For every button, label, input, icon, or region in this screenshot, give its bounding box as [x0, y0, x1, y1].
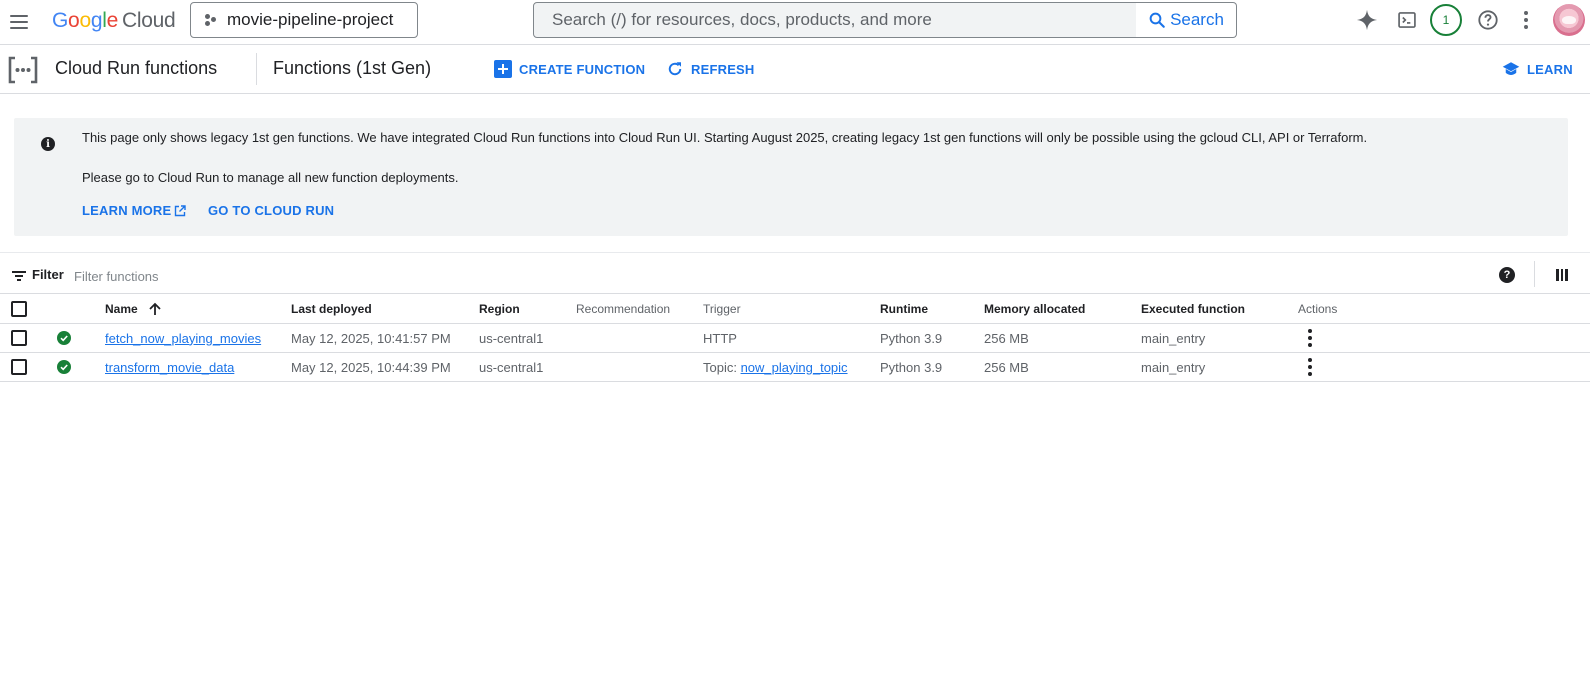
top-bar: Google Cloud movie-pipeline-project Searc…: [0, 0, 1590, 45]
region-value: us-central1: [479, 330, 544, 346]
logo-letter: o: [68, 9, 80, 32]
memory-value: 256 MB: [984, 330, 1029, 346]
project-icon: [205, 13, 217, 27]
column-header-trigger[interactable]: Trigger: [703, 294, 741, 323]
logo-letter: g: [90, 9, 103, 32]
row-actions-menu-icon[interactable]: [1302, 354, 1318, 380]
row-actions-menu-icon[interactable]: [1302, 325, 1318, 351]
search-button[interactable]: Search: [1136, 2, 1237, 38]
school-icon: [1502, 62, 1520, 75]
function-name-link[interactable]: fetch_now_playing_movies: [105, 331, 261, 346]
logo-cloud-text: Cloud: [121, 9, 176, 32]
more-vert-icon[interactable]: [1511, 5, 1541, 35]
select-all-checkbox[interactable]: [11, 300, 27, 317]
gemini-spark-icon[interactable]: [1352, 5, 1382, 35]
memory-value: 256 MB: [984, 359, 1029, 375]
refresh-button[interactable]: REFRESH: [666, 59, 755, 79]
cloud-shell-icon[interactable]: [1392, 5, 1422, 35]
trigger-value: Topic:: [703, 359, 741, 375]
header-divider: [256, 53, 257, 85]
column-header-name[interactable]: Name: [105, 294, 162, 323]
avatar[interactable]: [1553, 4, 1585, 36]
arrow-upward-icon: [149, 302, 161, 315]
status-ok-icon: [57, 331, 71, 345]
learn-more-link[interactable]: LEARN MORE: [82, 203, 187, 218]
section-divider: [0, 252, 1590, 253]
go-to-cloud-run-label: GO TO CLOUD RUN: [208, 203, 335, 218]
help-icon[interactable]: [1473, 5, 1503, 35]
legacy-info-banner: i This page only shows legacy 1st gen fu…: [14, 118, 1568, 236]
column-header-last-deployed[interactable]: Last deployed: [291, 294, 372, 323]
open-in-new-icon: [175, 204, 187, 216]
page-title: Functions (1st Gen): [273, 58, 432, 78]
column-header-recommendation[interactable]: Recommendation: [576, 294, 670, 323]
column-header-memory[interactable]: Memory allocated: [984, 294, 1085, 323]
project-picker[interactable]: movie-pipeline-project: [190, 2, 418, 38]
functions-table: Name Last deployed Region Recommendation…: [0, 294, 1590, 382]
column-header-name-label: Name: [105, 301, 138, 316]
refresh-icon: [668, 62, 682, 76]
row-checkbox[interactable]: [11, 330, 27, 346]
executed-function-value: main_entry: [1141, 359, 1206, 375]
refresh-label: REFRESH: [691, 61, 755, 77]
search-input[interactable]: Search (/) for resources, docs, products…: [533, 2, 1137, 38]
create-function-button[interactable]: CREATE FUNCTION: [494, 59, 645, 79]
project-name: movie-pipeline-project: [227, 10, 394, 29]
trigger-topic-link[interactable]: now_playing_topic: [741, 360, 848, 375]
region-value: us-central1: [479, 359, 544, 375]
add-box-icon: [494, 60, 512, 78]
filter-divider: [1534, 261, 1535, 287]
executed-function-value: main_entry: [1141, 330, 1206, 346]
learn-more-label: LEARN MORE: [82, 203, 172, 218]
go-to-cloud-run-link[interactable]: GO TO CLOUD RUN: [208, 203, 334, 218]
table-header-row: Name Last deployed Region Recommendation…: [0, 294, 1590, 324]
learn-label: LEARN: [1527, 61, 1573, 77]
function-name-link[interactable]: transform_movie_data: [105, 360, 234, 375]
logo-letter: G: [52, 9, 69, 32]
table-row: transform_movie_data May 12, 2025, 10:44…: [0, 353, 1590, 382]
cloud-functions-icon: [8, 56, 38, 84]
filter-label[interactable]: Filter: [32, 267, 64, 282]
runtime-value: Python 3.9: [880, 359, 943, 375]
filter-input[interactable]: [74, 266, 474, 286]
search-placeholder: Search (/) for resources, docs, products…: [552, 10, 932, 29]
info-icon: i: [41, 137, 55, 151]
google-cloud-logo[interactable]: Google Cloud: [52, 9, 176, 33]
banner-message: This page only shows legacy 1st gen func…: [82, 130, 1368, 145]
learn-button[interactable]: LEARN: [1502, 59, 1573, 79]
banner-message-secondary: Please go to Cloud Run to manage all new…: [82, 170, 459, 185]
status-ok-icon: [57, 360, 71, 374]
filter-list-icon[interactable]: [12, 270, 26, 282]
column-header-region[interactable]: Region: [479, 294, 520, 323]
last-deployed-value: May 12, 2025, 10:41:57 PM: [291, 330, 451, 346]
table-help-icon[interactable]: ?: [1499, 267, 1515, 283]
column-header-runtime[interactable]: Runtime: [880, 294, 928, 323]
search-icon: [1149, 12, 1165, 28]
search-button-label: Search: [1170, 10, 1224, 29]
filter-bar: Filter ?: [0, 260, 1590, 294]
column-display-icon[interactable]: [1556, 269, 1569, 281]
column-header-executed-function[interactable]: Executed function: [1141, 294, 1245, 323]
logo-letter: e: [106, 9, 119, 32]
notifications-badge[interactable]: 1: [1430, 4, 1462, 36]
runtime-value: Python 3.9: [880, 330, 943, 346]
create-function-label: CREATE FUNCTION: [519, 61, 646, 77]
table-row: fetch_now_playing_movies May 12, 2025, 1…: [0, 324, 1590, 353]
trigger-value: HTTP: [703, 330, 737, 346]
column-header-actions: Actions: [1298, 301, 1338, 316]
menu-icon[interactable]: [8, 8, 36, 36]
last-deployed-value: May 12, 2025, 10:44:39 PM: [291, 359, 451, 375]
product-title: Cloud Run functions: [55, 58, 218, 78]
logo-letter: o: [79, 9, 91, 32]
page-header: Cloud Run functions Functions (1st Gen) …: [0, 45, 1590, 94]
row-checkbox[interactable]: [11, 359, 27, 375]
